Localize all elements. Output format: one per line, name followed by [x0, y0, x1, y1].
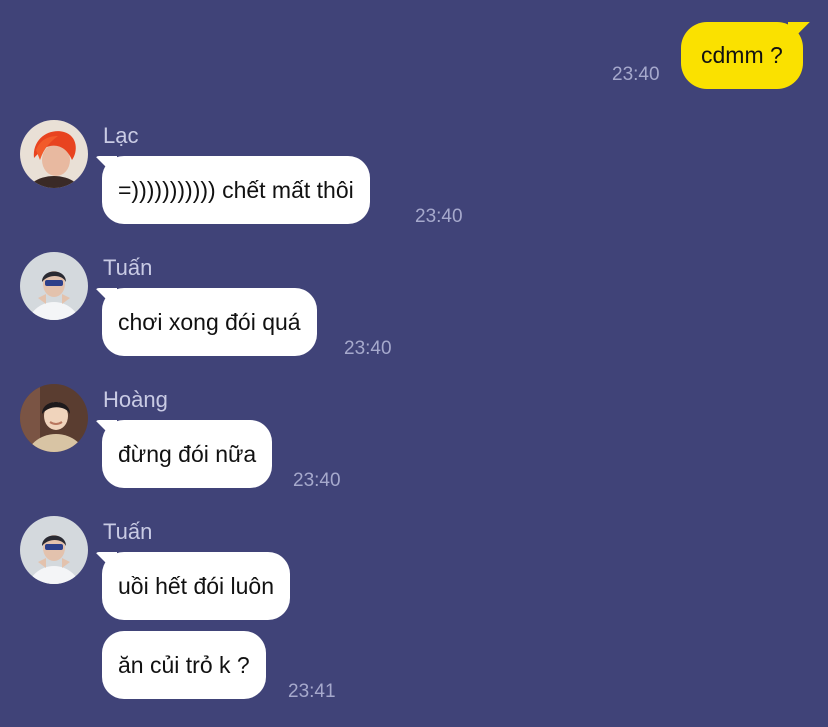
own-message-bubble[interactable]: cdmm ?: [681, 22, 803, 89]
message-bubble[interactable]: uồi hết đói luôn: [102, 552, 291, 620]
avatar[interactable]: [20, 384, 88, 452]
message-time: 23:40: [415, 206, 463, 227]
sender-name: Lạc: [103, 123, 139, 148]
message-bubble[interactable]: chơi xong đói quá: [102, 288, 317, 356]
message-time: 23:40: [344, 338, 392, 359]
sender-name: Tuấn: [103, 519, 153, 544]
tuan-avatar-icon: [20, 252, 88, 320]
message-time: 23:40: [612, 64, 660, 85]
chat-screen: { "chat": { "messages": [ {"text": "cdmm…: [0, 0, 828, 727]
message-time: 23:41: [288, 681, 336, 702]
message-time: 23:40: [293, 470, 341, 491]
sender-name: Hoàng: [103, 387, 168, 412]
avatar[interactable]: [20, 120, 88, 188]
lac-avatar-icon: [20, 120, 88, 188]
sender-name: Tuấn: [103, 255, 153, 280]
message-bubble[interactable]: =))))))))))) chết mất thôi: [102, 156, 370, 224]
message-bubble[interactable]: ăn củi trỏ k ?: [102, 631, 266, 699]
avatar[interactable]: [20, 252, 88, 320]
message-bubble[interactable]: đừng đói nữa: [102, 420, 273, 488]
tuan-avatar-icon: [20, 516, 88, 584]
hoang-avatar-icon: [20, 384, 88, 452]
avatar[interactable]: [20, 516, 88, 584]
